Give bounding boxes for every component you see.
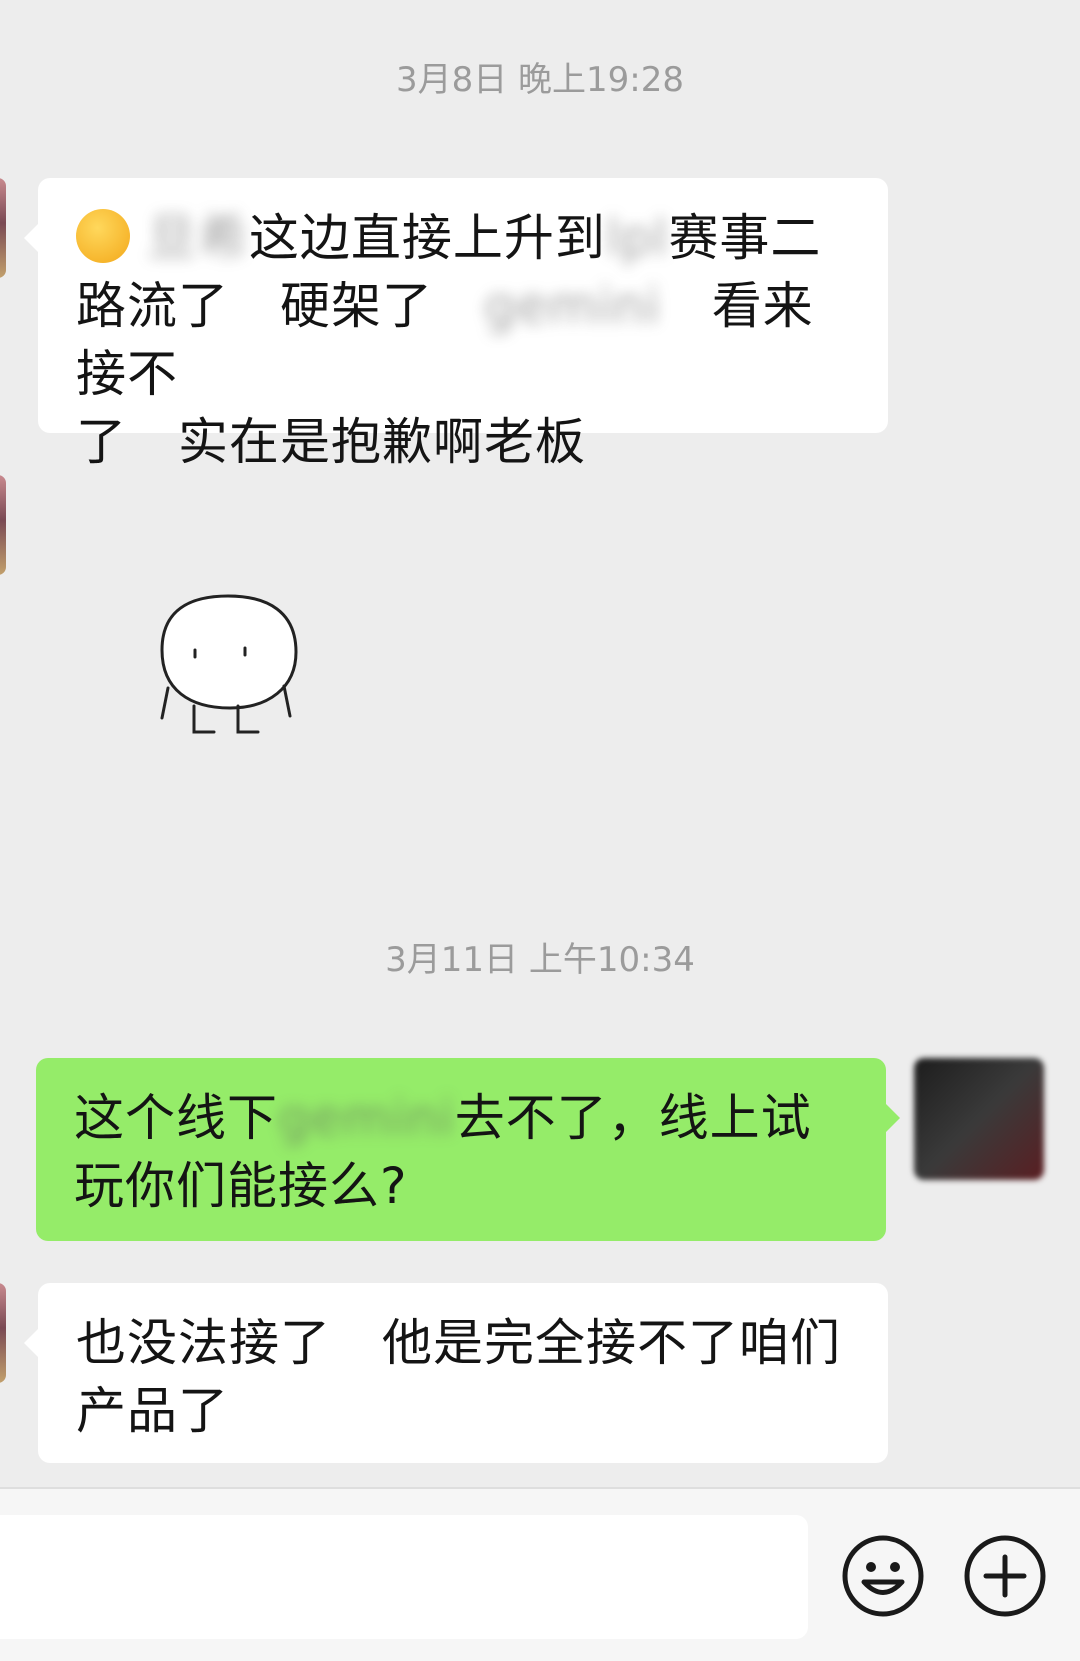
blurred-text: 旦希 (146, 209, 249, 267)
avatar[interactable] (914, 1058, 1044, 1180)
message-text-segment: 这边直接上升到 (248, 209, 606, 267)
input-toolbar (0, 1487, 1080, 1661)
message-text: 这个线下gemini去不了，线上试 玩你们能接么? (74, 1084, 856, 1220)
message-text: 旦希这边直接上升到lpl赛事二 路流了 硬架了 gemini 看来接不 了 实在… (76, 204, 858, 476)
message-text-segment: 路流了 硬架了 (76, 277, 433, 335)
avatar[interactable] (0, 178, 6, 278)
timestamp: 3月8日 晚上19:28 (395, 60, 685, 100)
message-bubble-outgoing[interactable]: 这个线下gemini去不了，线上试 玩你们能接么? (36, 1058, 900, 1241)
message-text-segment: 产品了 (76, 1382, 229, 1440)
timestamp: 3月11日 上午10:34 (385, 940, 695, 980)
message-text-segment: 了 实在是抱歉啊老板 (76, 413, 586, 471)
message-text: 也没法接了 他是完全接不了咱们 产品了 (76, 1309, 858, 1445)
message-bubble-incoming[interactable]: 也没法接了 他是完全接不了咱们 产品了 (24, 1283, 888, 1463)
message-text-segment: 赛事二 (668, 209, 822, 267)
blurred-text: gemini (484, 277, 661, 335)
face-with-tears-of-joy-icon (76, 209, 130, 263)
blurred-text: lpl (605, 209, 669, 267)
blurred-text: gemini (278, 1089, 455, 1147)
message-text-segment: 玩你们能接么? (74, 1157, 408, 1215)
message-text-segment: 去不了，线上试 (454, 1089, 812, 1147)
avatar[interactable] (0, 475, 6, 575)
plus-circle-icon[interactable] (962, 1533, 1048, 1619)
blob-character-sticker[interactable] (150, 590, 310, 760)
message-text-segment: 也没法接了 他是完全接不了咱们 (76, 1314, 841, 1372)
chat-area[interactable]: 3月8日 晚上19:28 旦希这边直接上升到lpl赛事二 路流了 硬架了 gem… (0, 0, 1080, 1487)
message-text-segment: 这个线下 (74, 1089, 278, 1147)
message-bubble-incoming[interactable]: 旦希这边直接上升到lpl赛事二 路流了 硬架了 gemini 看来接不 了 实在… (24, 178, 888, 471)
message-input[interactable] (0, 1515, 808, 1639)
smiley-icon[interactable] (840, 1533, 926, 1619)
avatar[interactable] (0, 1283, 6, 1383)
